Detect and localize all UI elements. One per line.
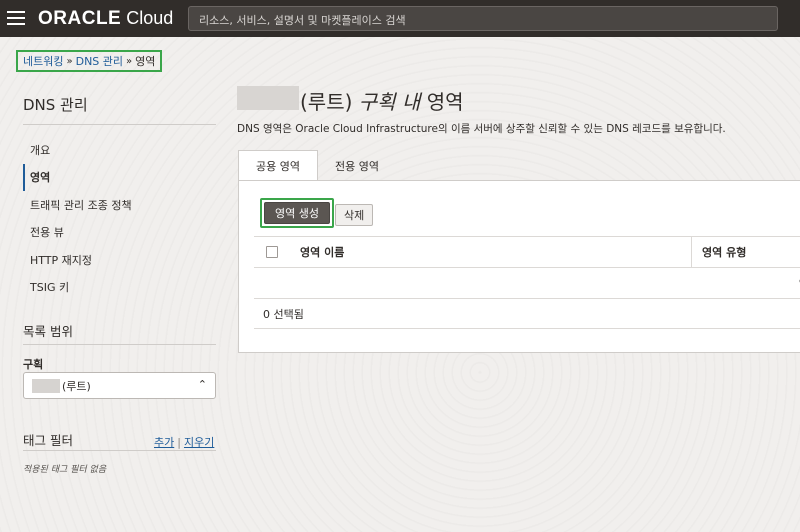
divider xyxy=(23,344,216,345)
divider xyxy=(23,124,216,125)
sidebar-item-overview[interactable]: 개요 xyxy=(23,136,216,164)
page-description: DNS 영역은 Oracle Cloud Infrastructure의 이름 … xyxy=(237,123,726,135)
page-title: (루트) 구획 내 영역 xyxy=(300,86,464,115)
breadcrumb-current: 영역 xyxy=(135,55,156,68)
hamburger-menu-icon[interactable] xyxy=(7,11,25,25)
select-all-checkbox[interactable] xyxy=(266,246,278,258)
empty-row: 영 xyxy=(254,267,800,298)
breadcrumb-dns-management[interactable]: DNS 관리 xyxy=(76,53,123,69)
tag-filter-actions: 추가 | 지우기 xyxy=(154,436,215,449)
zone-tabs: 공용 영역 전용 영역 xyxy=(238,150,396,181)
sidebar-item-http-redirect[interactable]: HTTP 재지정 xyxy=(23,246,216,274)
sidebar-item-private-views[interactable]: 전용 뷰 xyxy=(23,219,216,247)
oracle-cloud-logo[interactable]: ORACLE Cloud xyxy=(38,8,173,30)
redacted-compartment-name xyxy=(237,86,299,110)
compartment-value: (루트) xyxy=(62,379,91,393)
breadcrumb-networking[interactable]: 네트워킹 xyxy=(23,53,63,69)
logo-oracle-text: ORACLE xyxy=(38,8,122,29)
title-root: (루트) xyxy=(300,90,353,114)
scope-title: 목록 범위 xyxy=(23,324,73,339)
sidebar-item-traffic-steering[interactable]: 트래픽 관리 조종 정책 xyxy=(23,191,216,219)
breadcrumb-separator: » xyxy=(66,55,73,67)
sidebar-item-tsig-keys[interactable]: TSIG 키 xyxy=(23,274,216,302)
compartment-select[interactable]: (루트) ⌃ xyxy=(23,372,216,399)
compartment-label: 구획 xyxy=(23,358,44,371)
create-zone-button[interactable]: 영역 생성 xyxy=(264,202,330,224)
redacted-name xyxy=(32,378,60,393)
sidebar-title: DNS 관리 xyxy=(23,96,88,114)
title-in-compartment: 구획 내 xyxy=(358,90,421,114)
sidebar-item-zones[interactable]: 영역 xyxy=(23,163,216,191)
selection-count-row: 0 선택됨 xyxy=(254,298,800,329)
title-zones: 영역 xyxy=(426,90,464,114)
tag-filter-title: 태그 필터 xyxy=(23,433,73,448)
table-header: 영역 이름 영역 유형 xyxy=(254,236,800,267)
sidebar-nav: 개요 영역 트래픽 관리 조종 정책 전용 뷰 HTTP 재지정 TSIG 키 xyxy=(23,136,216,301)
zones-panel: 영역 생성 삭제 영역 이름 영역 유형 영 0 선택됨 xyxy=(238,180,800,353)
delete-button[interactable]: 삭제 xyxy=(335,204,374,226)
no-tag-filter-text: 적용된 태그 필터 없음 xyxy=(23,465,107,475)
top-bar: ORACLE Cloud 리소스, 서비스, 설명서 및 마켓플레이스 검색 xyxy=(0,0,800,37)
tag-clear-link[interactable]: 지우기 xyxy=(184,436,214,449)
chevron-up-down-icon: ⌃ xyxy=(197,378,207,391)
selected-count: 0 선택됨 xyxy=(263,307,304,321)
tag-add-link[interactable]: 추가 xyxy=(154,436,174,449)
column-zone-name[interactable]: 영역 이름 xyxy=(290,237,691,267)
breadcrumb: 네트워킹 » DNS 관리 » 영역 xyxy=(16,50,163,72)
create-zone-highlight: 영역 생성 xyxy=(260,198,334,228)
column-zone-type[interactable]: 영역 유형 xyxy=(691,237,746,267)
zones-table: 영역 이름 영역 유형 영 0 선택됨 xyxy=(254,236,800,329)
logo-cloud-text: Cloud xyxy=(126,8,174,28)
search-input[interactable]: 리소스, 서비스, 설명서 및 마켓플레이스 검색 xyxy=(188,6,778,31)
tab-public-zones[interactable]: 공용 영역 xyxy=(238,150,318,181)
divider xyxy=(23,450,216,451)
breadcrumb-separator: » xyxy=(126,55,133,67)
tab-private-zones[interactable]: 전용 영역 xyxy=(318,150,396,181)
